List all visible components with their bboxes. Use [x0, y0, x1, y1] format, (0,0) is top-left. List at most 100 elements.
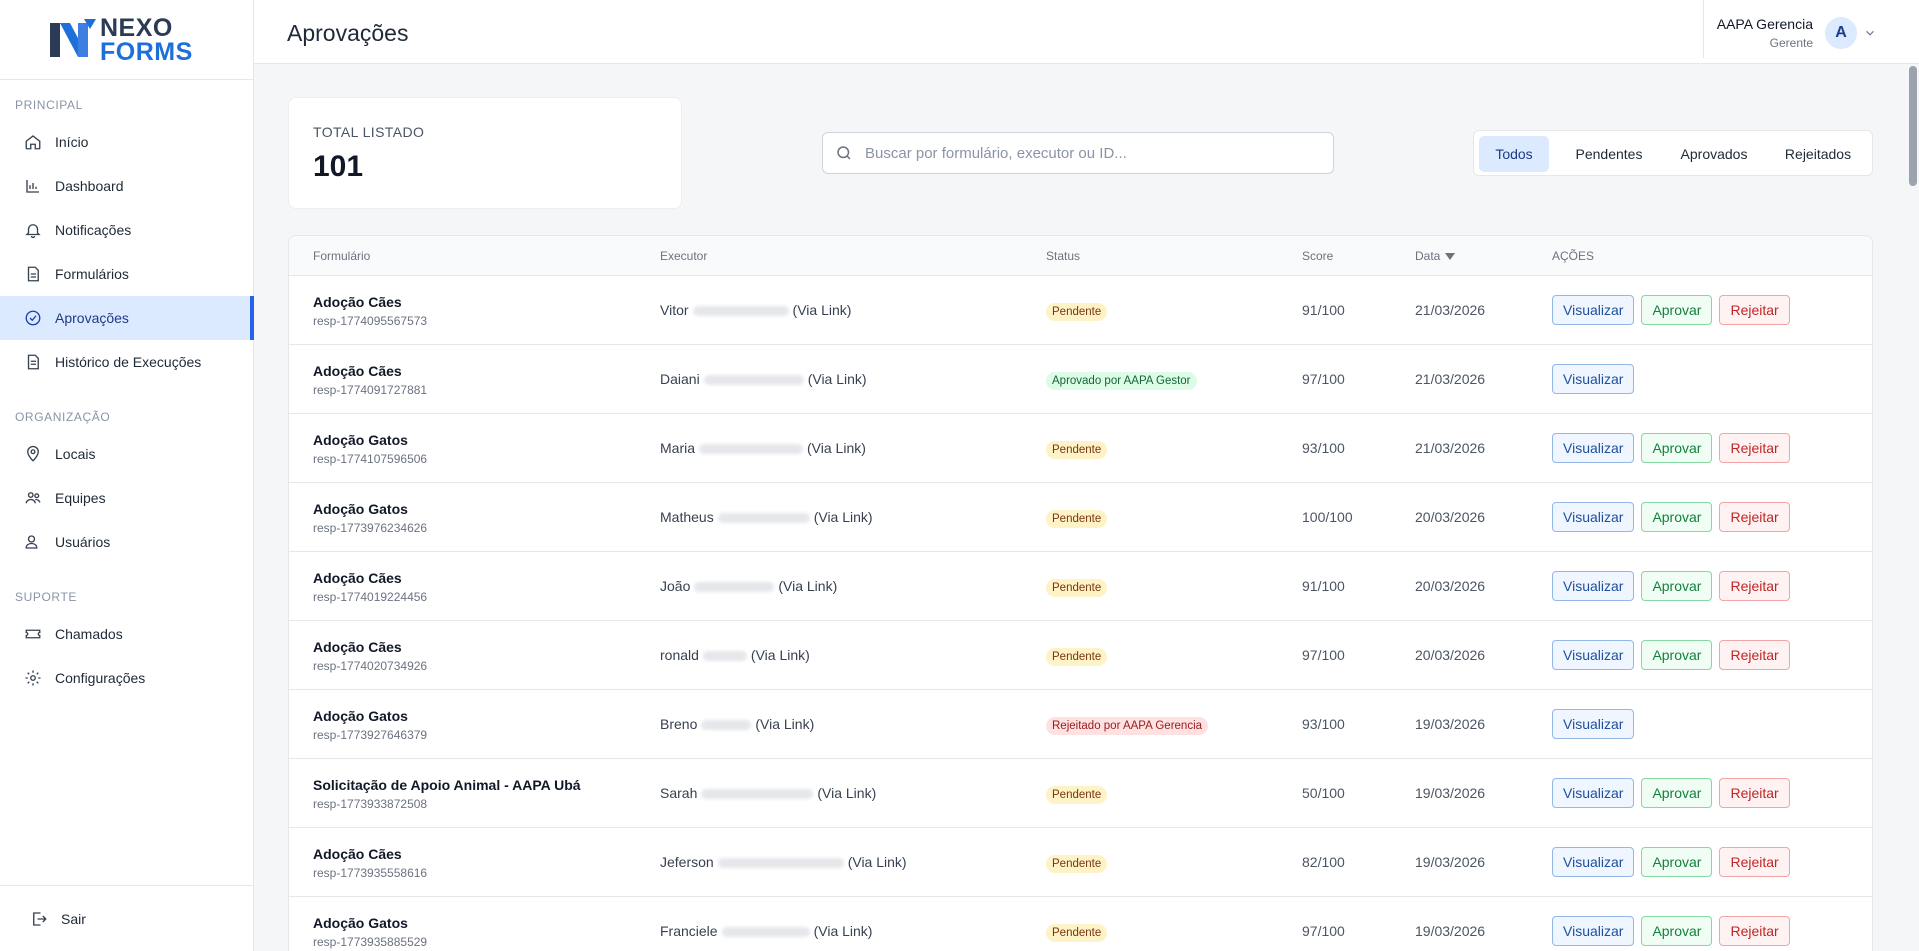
approve-button[interactable]: Aprovar	[1641, 295, 1713, 325]
status-cell: Pendente	[1046, 923, 1108, 942]
filter-todos[interactable]: Todos	[1479, 136, 1549, 172]
col-status[interactable]: Status	[1046, 249, 1080, 263]
sidebar-item-chamados[interactable]: Chamados	[0, 612, 254, 656]
actions-cell: Visualizar Aprovar Rejeitar	[1552, 433, 1790, 463]
history-icon	[24, 353, 42, 371]
sidebar-item-usuarios[interactable]: Usuários	[0, 520, 254, 564]
sidebar-item-locais[interactable]: Locais	[0, 432, 254, 476]
chevron-down-icon[interactable]	[1863, 26, 1877, 40]
date-cell: 20/03/2026	[1415, 578, 1486, 594]
executor-cell: Jeferson (Via Link)	[660, 854, 907, 870]
approve-button[interactable]: Aprovar	[1641, 433, 1713, 463]
approve-button[interactable]: Aprovar	[1641, 571, 1713, 601]
sidebar-item-historico[interactable]: Histórico de Execuções	[0, 340, 254, 384]
team-icon	[24, 489, 42, 507]
col-actions: AÇÕES	[1552, 249, 1595, 263]
form-name: Adoção Cães	[313, 570, 402, 586]
col-score[interactable]: Score	[1302, 249, 1333, 263]
view-button[interactable]: Visualizar	[1552, 640, 1635, 670]
redacted-surname	[699, 444, 804, 455]
table-row[interactable]: Adoção Cães resp-1774019224456 João (Via Li…	[289, 552, 1872, 621]
sidebar-item-label: Formulários	[55, 266, 129, 282]
table-row[interactable]: Adoção Gatos resp-1773976234626 Matheus (Vi…	[289, 483, 1872, 552]
reject-button[interactable]: Rejeitar	[1719, 640, 1790, 670]
view-button[interactable]: Visualizar	[1552, 295, 1635, 325]
sidebar-item-aprovacoes[interactable]: Aprovações	[0, 296, 254, 340]
view-button[interactable]: Visualizar	[1552, 916, 1635, 946]
brand-logo[interactable]: NEXO FORMS	[0, 0, 253, 80]
approve-button[interactable]: Aprovar	[1641, 778, 1713, 808]
view-button[interactable]: Visualizar	[1552, 778, 1635, 808]
view-button[interactable]: Visualizar	[1552, 709, 1635, 739]
total-listed-card: TOTAL LISTADO 101	[288, 97, 682, 209]
table-row[interactable]: Adoção Gatos resp-1773935885529 Franciele (…	[289, 897, 1872, 951]
table-row[interactable]: Adoção Gatos resp-1773927646379 Breno (Via …	[289, 690, 1872, 759]
date-cell: 21/03/2026	[1415, 302, 1486, 318]
col-date[interactable]: Data	[1415, 249, 1456, 263]
view-button[interactable]: Visualizar	[1552, 502, 1635, 532]
form-name: Adoção Cães	[313, 363, 402, 379]
sidebar-item-equipes[interactable]: Equipes	[0, 476, 254, 520]
logout-button[interactable]: Sair	[0, 897, 254, 941]
col-form[interactable]: Formulário	[313, 249, 370, 263]
nav-section-principal: PRINCIPAL	[15, 98, 83, 112]
redacted-surname	[721, 927, 810, 938]
actions-cell: Visualizar Aprovar Rejeitar	[1552, 916, 1790, 946]
reject-button[interactable]: Rejeitar	[1719, 295, 1790, 325]
view-button[interactable]: Visualizar	[1552, 571, 1635, 601]
score-cell: 82/100	[1302, 854, 1345, 870]
filter-aprovados[interactable]: Aprovados	[1664, 136, 1764, 172]
reject-button[interactable]: Rejeitar	[1719, 847, 1790, 877]
score-cell: 97/100	[1302, 923, 1345, 939]
reject-button[interactable]: Rejeitar	[1719, 433, 1790, 463]
actions-cell: Visualizar	[1552, 709, 1635, 739]
redacted-surname	[717, 513, 810, 524]
users-icon	[24, 533, 42, 551]
actions-cell: Visualizar Aprovar Rejeitar	[1552, 295, 1790, 325]
search-box[interactable]	[822, 132, 1334, 174]
view-button[interactable]: Visualizar	[1552, 433, 1635, 463]
form-cell: Adoção Gatos resp-1774107596506	[313, 432, 427, 466]
executor-source: (Via Link)	[813, 923, 873, 939]
sidebar-item-dashboard[interactable]: Dashboard	[0, 164, 254, 208]
response-id: resp-1773927646379	[313, 728, 428, 742]
date-cell: 19/03/2026	[1415, 854, 1486, 870]
approve-button[interactable]: Aprovar	[1641, 847, 1713, 877]
score-cell: 97/100	[1302, 371, 1345, 387]
user-menu[interactable]: AAPA Gerencia Gerente A	[1703, 0, 1919, 58]
sidebar-item-notificacoes[interactable]: Notificações	[0, 208, 254, 252]
executor-first-name: Maria	[660, 440, 696, 456]
view-button[interactable]: Visualizar	[1552, 364, 1635, 394]
search-input[interactable]	[865, 144, 1305, 162]
approve-button[interactable]: Aprovar	[1641, 916, 1713, 946]
avatar[interactable]: A	[1825, 17, 1857, 49]
search-icon	[837, 146, 851, 160]
sidebar-item-inicio[interactable]: Início	[0, 120, 254, 164]
approve-button[interactable]: Aprovar	[1641, 640, 1713, 670]
reject-button[interactable]: Rejeitar	[1719, 502, 1790, 532]
executor-first-name: Vitor	[660, 302, 689, 318]
view-button[interactable]: Visualizar	[1552, 847, 1635, 877]
table-row[interactable]: Adoção Cães resp-1773935558616 Jeferson (Vi…	[289, 828, 1872, 897]
table-row[interactable]: Adoção Gatos resp-1774107596506 Maria (Via …	[289, 414, 1872, 483]
sidebar-item-formularios[interactable]: Formulários	[0, 252, 254, 296]
reject-button[interactable]: Rejeitar	[1719, 778, 1790, 808]
filter-pendentes[interactable]: Pendentes	[1559, 136, 1659, 172]
ticket-icon	[24, 625, 42, 643]
table-row[interactable]: Adoção Cães resp-1774091727881 Daiani (Via …	[289, 345, 1872, 414]
table-row[interactable]: Solicitação de Apoio Animal - AAPA Ubá re…	[289, 759, 1872, 828]
reject-button[interactable]: Rejeitar	[1719, 916, 1790, 946]
date-cell: 20/03/2026	[1415, 647, 1486, 663]
nexo-logo-icon	[50, 18, 96, 57]
scrollbar-thumb[interactable]	[1909, 66, 1917, 186]
sidebar-item-configuracoes[interactable]: Configurações	[0, 656, 254, 700]
filter-rejeitados[interactable]: Rejeitados	[1767, 136, 1869, 172]
col-executor[interactable]: Executor	[660, 249, 707, 263]
check-circle-icon	[24, 309, 42, 327]
table-row[interactable]: Adoção Cães resp-1774095567573 Vitor (Via L…	[289, 276, 1872, 345]
reject-button[interactable]: Rejeitar	[1719, 571, 1790, 601]
approve-button[interactable]: Aprovar	[1641, 502, 1713, 532]
status-cell: Pendente	[1046, 578, 1108, 597]
status-cell: Aprovado por AAPA Gestor	[1046, 371, 1197, 390]
table-row[interactable]: Adoção Cães resp-1774020734926 ronald (Via …	[289, 621, 1872, 690]
